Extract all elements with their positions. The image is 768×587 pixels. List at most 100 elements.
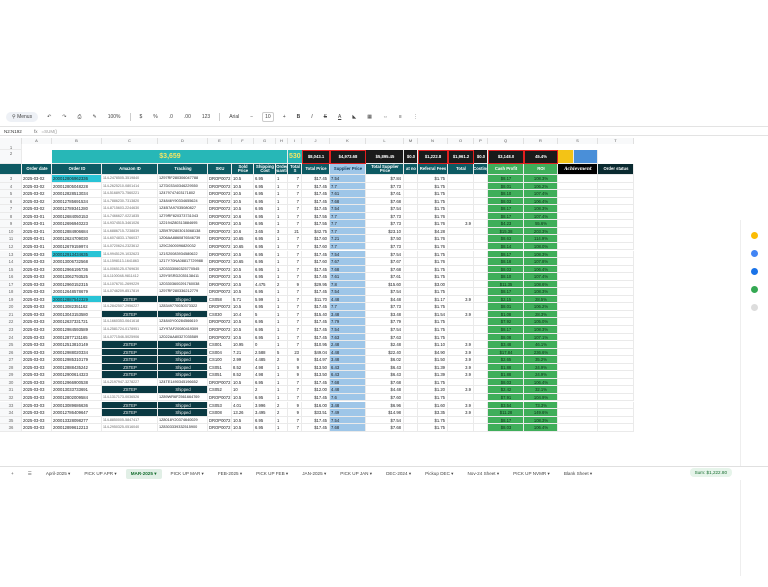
cell-costing[interactable] [474, 175, 488, 183]
cell-order-quantity[interactable]: 1 [276, 333, 288, 342]
cell-total-price[interactable]: $17.60 [302, 258, 330, 266]
cell-tracking[interactable]: 1Z4846Y90334655624 [158, 197, 208, 206]
sheet-tab[interactable]: PICK UP JAN ▾ [335, 469, 377, 479]
cell-order-date[interactable]: 2025-03-03 [22, 371, 52, 379]
cell-supplier-price[interactable]: 7.54 [330, 205, 366, 213]
cell-shipping-cost[interactable]: 6.95 [254, 205, 276, 213]
cell-total-price[interactable]: $17.45 [302, 333, 330, 342]
row-number[interactable]: 29 [0, 371, 22, 379]
cell-order-status[interactable] [598, 197, 634, 206]
cell-sku[interactable]: CS051 [208, 363, 232, 372]
row-number[interactable]: 16 [0, 273, 22, 281]
header-order-quantity[interactable]: Order Quantity [276, 164, 288, 175]
cell-referral-fees[interactable]: $1.75 [418, 175, 448, 183]
total-supplier-price-sum[interactable]: $5,895.45 [366, 150, 404, 164]
header-total-price[interactable]: Total Price [302, 164, 330, 175]
cell-order-quantity[interactable]: 2 [276, 409, 288, 417]
cell-achievement[interactable] [558, 197, 598, 206]
cell-tracking[interactable]: Shipped [158, 363, 208, 372]
cell-achievement[interactable] [558, 409, 598, 417]
cell-total-s[interactable]: 7 [288, 175, 302, 183]
cell-at-no[interactable] [404, 303, 418, 311]
cell-order-quantity[interactable]: 1 [276, 341, 288, 349]
cell-order-status[interactable] [598, 371, 634, 379]
cell-total-price[interactable]: $17.45 [302, 378, 330, 387]
cell-shipping-cost[interactable]: 6.95 [254, 393, 276, 402]
row-number[interactable]: 18 [0, 288, 22, 296]
cell-order-id[interactable]: 200012624709030 [52, 235, 102, 243]
cell-order-id[interactable]: 200012966900538 [52, 378, 102, 387]
cell-amazon-id[interactable]: 114-0065125-0769630 [102, 265, 158, 274]
strikethrough-icon[interactable]: S [322, 112, 329, 122]
cell-referral-fees[interactable]: $1.76 [418, 242, 448, 251]
cell-at-no[interactable] [404, 273, 418, 281]
cell-order-quantity[interactable]: 3 [276, 227, 288, 236]
table-row[interactable]: 22 2025-03-03 200012637331721 114-1660353-0… [0, 318, 634, 326]
cell-roi[interactable]: 106.4% [524, 265, 558, 274]
cell-supplier-price[interactable]: 7.54 [330, 175, 366, 183]
cell-amazon-id[interactable]: 114-0746209-8517819 [102, 288, 158, 296]
table-row[interactable]: 16 2025-03-03 200013062793525 114-1100048-9… [0, 273, 634, 281]
cell-tracking[interactable]: Shipped [158, 401, 208, 410]
cell-shipping-cost[interactable]: 6.95 [254, 190, 276, 198]
row-number[interactable]: 24 [0, 333, 22, 342]
cell-order-status[interactable] [598, 333, 634, 342]
cell-supplier-price[interactable]: 7.7 [330, 227, 366, 236]
cell-total-price[interactable]: $17.55 [302, 212, 330, 221]
cell-order-date[interactable]: 2025-03-03 [22, 424, 52, 432]
cell-achievement[interactable] [558, 212, 598, 221]
header-sold-price[interactable]: Sold Price [232, 164, 254, 175]
cell-total-s[interactable]: 9 [288, 356, 302, 364]
cell-roi[interactable]: 108.0% [524, 242, 558, 251]
cell-total-supplier-price[interactable]: $7.54 [366, 416, 404, 425]
cell-at-no[interactable] [404, 220, 418, 228]
cell-tracking[interactable]: 1Z8349770030373322 [158, 303, 208, 311]
cell-costing[interactable] [474, 295, 488, 304]
cell-referral-fees[interactable]: $4.90 [418, 348, 448, 357]
cell-shipping-cost[interactable]: 6.95 [254, 220, 276, 228]
cell-at-no[interactable] [404, 265, 418, 274]
align-icon[interactable]: ≡ [397, 112, 404, 122]
cell-amazon-id[interactable]: 114-2581724-0178951 [102, 326, 158, 334]
cell-total-supplier-price[interactable]: $7.84 [366, 175, 404, 183]
cell-total-supplier-price[interactable]: $7.73 [366, 182, 404, 191]
sheet-tab[interactable]: PICK UP MAR ▾ [166, 469, 209, 479]
cell-total[interactable] [448, 273, 474, 281]
cell-cash-profit[interactable]: $3.54 [488, 401, 524, 410]
header-order-id[interactable]: Order ID [52, 164, 102, 175]
cell-achievement[interactable] [558, 401, 598, 410]
cell-roi[interactable]: 107.4% [524, 273, 558, 281]
table-row[interactable]: 31 2025-03-03 200013033733691 ZSTEP Shipped C… [0, 386, 634, 394]
cell-achievement[interactable] [558, 341, 598, 349]
cell-total[interactable]: 3.9 [448, 348, 474, 357]
cell-total-s[interactable]: 7 [288, 258, 302, 266]
cell-referral-fees[interactable]: $1.75 [418, 424, 448, 432]
cell-costing[interactable] [474, 190, 488, 198]
row-number[interactable]: 34 [0, 409, 22, 417]
cell-order-status[interactable] [598, 341, 634, 349]
cell-order-quantity[interactable]: 1 [276, 212, 288, 221]
header-amazon-id[interactable]: Amazon ID [102, 164, 158, 175]
cell-roi[interactable]: 106.4% [524, 378, 558, 387]
bold-button[interactable]: B [295, 112, 303, 122]
sheet-tab[interactable]: PICK UP NVMR ▾ [508, 469, 555, 479]
cell-sold-price[interactable]: 10.5 [232, 318, 254, 326]
cell-order-id[interactable]: 200012679159974 [52, 242, 102, 251]
cell-total-supplier-price[interactable]: $7.73 [366, 220, 404, 228]
table-row[interactable]: 20 2025-03-03 200013082351162 114-2842507-2… [0, 303, 634, 311]
cell-total-supplier-price[interactable]: $22.40 [366, 348, 404, 357]
font-size-increase-icon[interactable]: + [281, 112, 288, 122]
cell-at-no[interactable] [404, 356, 418, 364]
cell-order-quantity[interactable]: 2 [276, 280, 288, 289]
row-number[interactable]: 26 [0, 348, 22, 357]
paint-format-icon[interactable]: ✎ [91, 112, 99, 122]
cell-roi[interactable]: 108.6% [524, 280, 558, 289]
row-number[interactable]: 13 [0, 250, 22, 259]
cell-amazon-id[interactable]: ZSTEP [102, 348, 158, 357]
cell-at-no[interactable] [404, 348, 418, 357]
cell-amazon-id[interactable]: ZSTEP [102, 295, 158, 304]
cell-order-date[interactable]: 2025-03-03 [22, 250, 52, 259]
cell-cash-profit[interactable]: $7.92 [488, 318, 524, 326]
cell-total[interactable] [448, 235, 474, 243]
cell-order-date[interactable]: 2025-03-03 [22, 258, 52, 266]
